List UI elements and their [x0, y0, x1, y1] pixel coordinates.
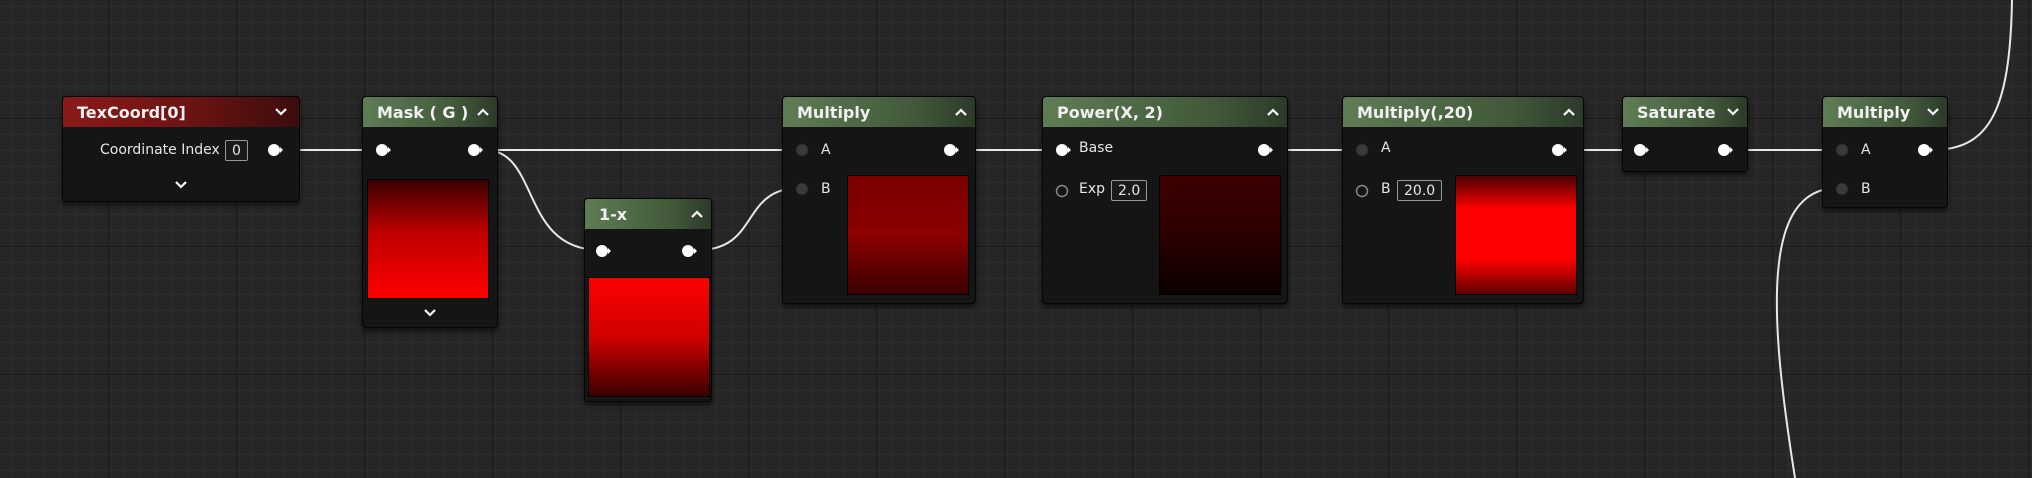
- preview-thumbnail: [367, 179, 489, 299]
- input-pin-b-icon[interactable]: [795, 181, 811, 197]
- chevron-up-icon[interactable]: [475, 104, 491, 120]
- pin-b-label: B: [1381, 181, 1391, 197]
- node-saturate[interactable]: Saturate: [1622, 96, 1748, 172]
- preview-thumbnail: [847, 175, 969, 295]
- input-pin-b-icon[interactable]: [1835, 181, 1851, 197]
- chevron-down-icon[interactable]: [1725, 104, 1741, 120]
- chevron-up-icon[interactable]: [953, 104, 969, 120]
- coordinate-index-label: Coordinate Index: [100, 142, 220, 158]
- coordinate-index-field[interactable]: 0: [225, 140, 248, 161]
- preview-thumbnail: [1159, 175, 1281, 295]
- chevron-down-icon[interactable]: [173, 177, 189, 193]
- b-value-field[interactable]: 20.0: [1397, 180, 1443, 201]
- node-title: Power(X, 2): [1057, 103, 1163, 122]
- wire-mask-oneminus: [484, 149, 601, 251]
- input-pin-exp-icon[interactable]: [1055, 183, 1071, 199]
- node-title: Saturate: [1637, 103, 1716, 122]
- node-multiply-20[interactable]: Multiply(,20) A B 20.0: [1342, 96, 1584, 304]
- output-pin-icon[interactable]: [467, 142, 483, 158]
- node-texcoord[interactable]: TexCoord[0] Coordinate Index 0: [62, 96, 300, 202]
- chevron-up-icon[interactable]: [1561, 104, 1577, 120]
- input-pin-icon[interactable]: [595, 243, 611, 259]
- output-pin-icon[interactable]: [1551, 142, 1567, 158]
- pin-base-label: Base: [1079, 140, 1114, 156]
- pin-a-label: A: [1861, 142, 1871, 158]
- node-title: Multiply: [1837, 103, 1911, 122]
- pin-b-label: B: [821, 181, 831, 197]
- output-pin-icon[interactable]: [1717, 142, 1733, 158]
- node-multiply-2[interactable]: Multiply A B: [1822, 96, 1948, 208]
- pin-a-label: A: [821, 142, 831, 158]
- node-title: Mask ( G ): [377, 103, 469, 122]
- pin-exp-label: Exp: [1079, 181, 1106, 197]
- chevron-down-icon[interactable]: [273, 104, 289, 120]
- input-pin-a-icon[interactable]: [1355, 142, 1371, 158]
- preview-thumbnail: [1455, 175, 1577, 295]
- output-pin-icon[interactable]: [1917, 142, 1933, 158]
- input-pin-base-icon[interactable]: [1055, 142, 1071, 158]
- node-title: Multiply: [797, 103, 871, 122]
- input-pin-b-icon[interactable]: [1355, 183, 1371, 199]
- pin-b-label: B: [1861, 181, 1871, 197]
- exp-value-field[interactable]: 2.0: [1111, 180, 1148, 201]
- output-pin-icon[interactable]: [681, 243, 697, 259]
- input-pin-icon[interactable]: [1633, 142, 1649, 158]
- input-pin-a-icon[interactable]: [795, 142, 811, 158]
- chevron-down-icon[interactable]: [1925, 104, 1941, 120]
- input-pin-icon[interactable]: [375, 142, 391, 158]
- output-pin-icon[interactable]: [267, 142, 283, 158]
- wire-layer: [284, 0, 2013, 478]
- chevron-up-icon[interactable]: [689, 206, 705, 222]
- input-pin-a-icon[interactable]: [1835, 142, 1851, 158]
- wire-in-multiply2-b: [1775, 187, 1839, 478]
- output-pin-icon[interactable]: [943, 142, 959, 158]
- pin-a-label: A: [1381, 140, 1391, 156]
- output-pin-icon[interactable]: [1257, 142, 1273, 158]
- node-title: TexCoord[0]: [77, 103, 186, 122]
- node-power[interactable]: Power(X, 2) Base Exp 2.0: [1042, 96, 1288, 304]
- chevron-down-icon[interactable]: [422, 305, 438, 321]
- preview-thumbnail: [588, 277, 710, 397]
- node-one-minus-x[interactable]: 1-x: [584, 198, 712, 402]
- chevron-up-icon[interactable]: [1265, 104, 1281, 120]
- node-multiply-1[interactable]: Multiply A B: [782, 96, 976, 304]
- node-title: Multiply(,20): [1357, 103, 1474, 122]
- node-title: 1-x: [599, 205, 628, 224]
- node-mask-g[interactable]: Mask ( G ): [362, 96, 498, 328]
